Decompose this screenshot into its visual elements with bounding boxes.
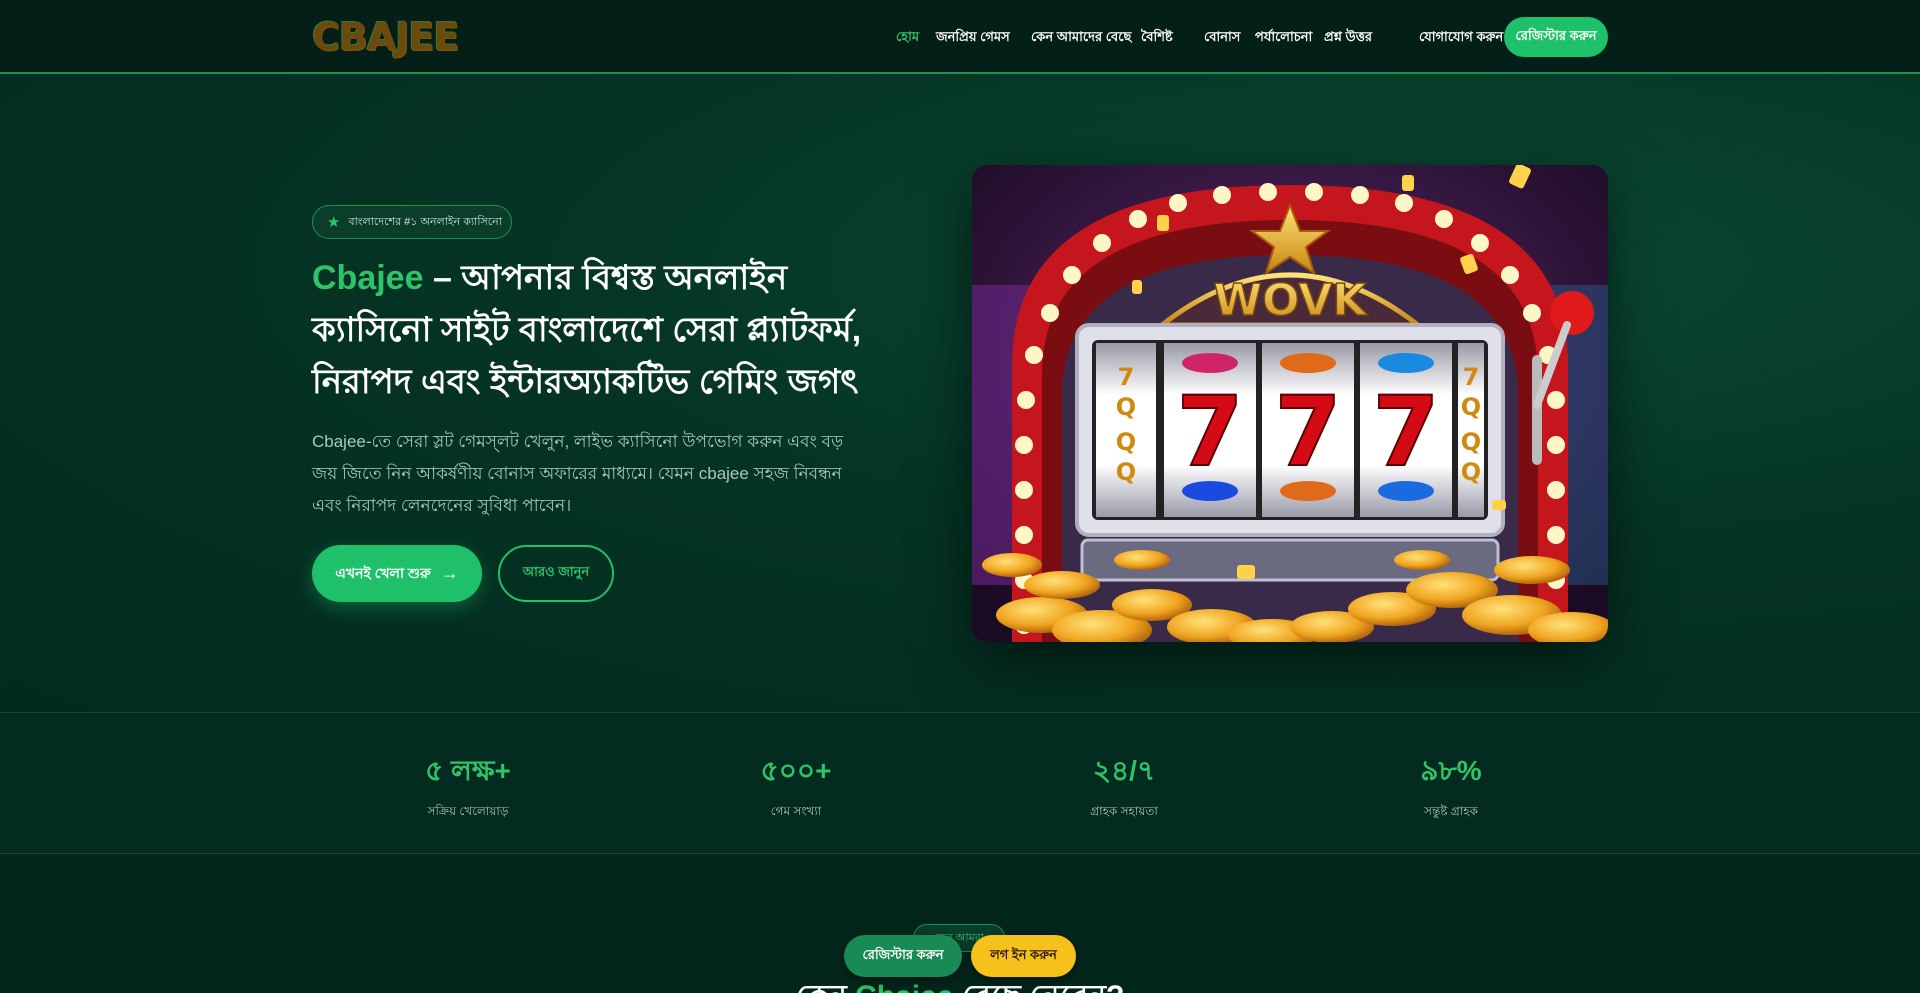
reel-symbol-1: 7 <box>1177 376 1244 488</box>
floating-register-button[interactable]: রেজিস্টার করুন <box>844 935 962 977</box>
svg-text:7: 7 <box>1118 363 1135 391</box>
nav-faq[interactable]: প্রশ্ন উত্তর <box>1324 28 1372 49</box>
nav-reviews[interactable]: পর্যালোচনা <box>1255 28 1312 49</box>
section-title-pre: কেন <box>796 980 855 993</box>
stat-label: গেম সংখ্যা <box>770 804 822 818</box>
stat-satisfaction: ৯৮% সন্তুষ্ট গ্রাহক <box>1331 753 1571 823</box>
hero-badge-label: বাংলাদেশের #১ অনলাইন ক্যাসিনো <box>348 215 502 228</box>
nav-bonus[interactable]: বোনাস <box>1204 28 1240 49</box>
svg-text:Q: Q <box>1461 393 1481 421</box>
main-nav: হোম জনপ্রিয় গেমস কেন আমাদের বেছে বৈশিষ্… <box>0 0 1920 74</box>
stat-games: ৫০০+ গেম সংখ্যা <box>676 753 916 823</box>
svg-text:Q: Q <box>1116 428 1136 456</box>
reel-symbol-3: 7 <box>1373 376 1440 488</box>
nav-why-us[interactable]: কেন আমাদের বেছে <box>1031 28 1131 49</box>
stat-support: ২৪/৭ গ্রাহক সহায়তা <box>1004 753 1244 823</box>
floating-login-button[interactable]: লগ ইন করুন <box>971 935 1076 977</box>
svg-text:Q: Q <box>1116 458 1136 486</box>
learn-more-button[interactable]: আরও জানুন <box>498 545 614 602</box>
slot-machine-illustration: WOVK 7 7 7 7QQQ 7QQQ <box>972 165 1608 642</box>
hero-section <box>0 74 1920 712</box>
reel-symbol-2: 7 <box>1275 376 1342 488</box>
section-title-post: বেছে নেবেন? <box>953 980 1125 993</box>
stat-label: গ্রাহক সহায়তা <box>1090 804 1158 818</box>
stat-label: সক্রিয় খেলোয়াড় <box>427 804 509 818</box>
stat-label: সন্তুষ্ট গ্রাহক <box>1424 804 1478 818</box>
section-title: কেন Cbajee বেছে নেবেন? <box>0 972 1920 993</box>
start-playing-button[interactable]: এখনই খেলা শুরু → <box>312 545 482 602</box>
stat-value: ৫ লক্ষ+ <box>425 755 511 786</box>
site-header: CBAJEE হোম জনপ্রিয় গেমস কেন আমাদের বেছে… <box>0 0 1920 74</box>
stat-value: ২৪/৭ <box>1092 755 1156 786</box>
nav-home[interactable]: হোম <box>896 28 919 49</box>
start-playing-label: এখনই খেলা শুরু <box>335 564 431 581</box>
slot-machine-image: WOVK 7 7 7 7QQQ 7QQQ <box>972 165 1608 642</box>
stat-value: ৯৮% <box>1420 755 1482 786</box>
svg-text:Q: Q <box>1461 458 1481 486</box>
arrow-right-icon: → <box>440 563 459 583</box>
slot-sign-text: WOVK <box>1214 275 1369 326</box>
stats-section: ৫ লক্ষ+ সক্রিয় খেলোয়াড় ৫০০+ গেম সংখ্য… <box>0 712 1920 854</box>
nav-contact[interactable]: যোগাযোগ করুন <box>1419 28 1503 49</box>
hero-badge: ★ বাংলাদেশের #১ অনলাইন ক্যাসিনো <box>312 205 512 239</box>
star-icon: ★ <box>327 214 341 231</box>
nav-popular-games[interactable]: জনপ্রিয় গেমস <box>936 28 1010 49</box>
register-button[interactable]: রেজিস্টার করুন <box>1504 17 1608 57</box>
hero-description: Cbajee-তে সেরা স্লট গেমস্‌লট খেলুন, লাইভ… <box>312 432 844 515</box>
svg-text:7: 7 <box>1463 363 1480 391</box>
nav-features[interactable]: বৈশিষ্ট <box>1141 28 1173 49</box>
svg-text:Q: Q <box>1461 428 1481 456</box>
stat-players: ৫ লক্ষ+ সক্রিয় খেলোয়াড় <box>348 753 588 823</box>
hero-title-brand: Cbajee <box>312 259 424 297</box>
stat-value: ৫০০+ <box>760 755 832 786</box>
section-title-brand: Cbajee <box>855 980 953 993</box>
hero-title: Cbajee – আপনার বিশ্বস্ত অনলাইন ক্যাসিনো … <box>312 252 872 408</box>
svg-text:Q: Q <box>1116 393 1136 421</box>
